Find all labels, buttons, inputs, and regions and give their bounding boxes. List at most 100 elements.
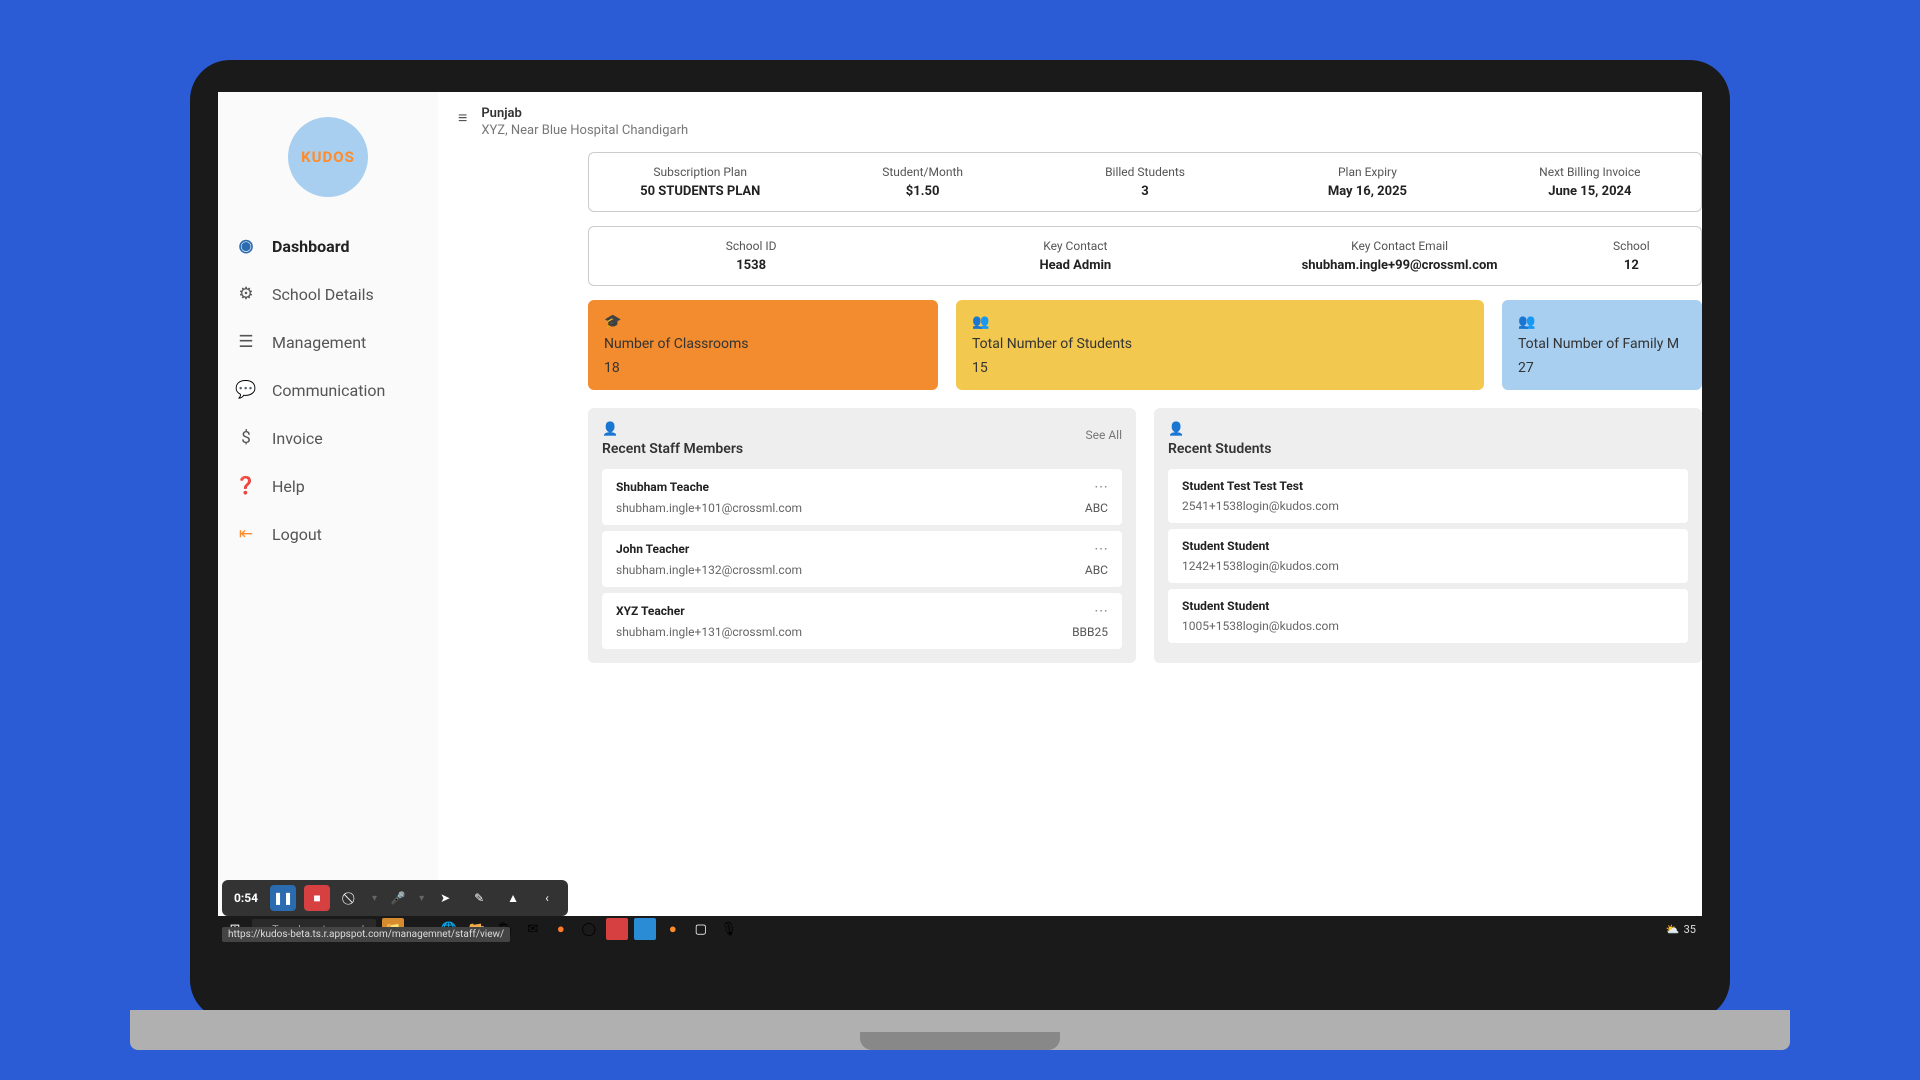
list-item[interactable]: Student Student 1005+1538login@kudos.com — [1168, 589, 1688, 643]
sidebar-item-management[interactable]: ☰ Management — [218, 318, 438, 366]
invoice-label: Next Billing Invoice — [1487, 165, 1693, 179]
students-value: 15 — [972, 360, 1468, 376]
list-item[interactable]: XYZ Teacher ⋯ shubham.ingle+131@crossml.… — [602, 593, 1122, 649]
sidebar-item-school-details[interactable]: ⚙ School Details — [218, 270, 438, 318]
staff-list: Shubham Teache ⋯ shubham.ingle+101@cross… — [602, 469, 1122, 649]
weather-icon: ⛅ — [1666, 923, 1680, 936]
extra-value: 12 — [1570, 258, 1693, 273]
item-email: shubham.ingle+131@crossml.com — [616, 625, 802, 639]
sidebar-item-invoice[interactable]: $ Invoice — [218, 414, 438, 462]
app-icon-sq[interactable]: ▢ — [690, 918, 712, 940]
list-item[interactable]: Student Test Test Test 2541+1538login@ku… — [1168, 469, 1688, 523]
see-all-staff-link[interactable]: See All — [1086, 428, 1123, 442]
sidebar-item-label: Dashboard — [272, 237, 349, 256]
pointer-icon[interactable]: ➤ — [432, 885, 458, 911]
school-id-cell: School ID 1538 — [589, 227, 913, 285]
dollar-icon: $ — [236, 428, 256, 448]
list-item[interactable]: John Teacher ⋯ shubham.ingle+132@crossml… — [602, 531, 1122, 587]
billed-label: Billed Students — [1042, 165, 1248, 179]
sidebar-item-help[interactable]: ❓ Help — [218, 462, 438, 510]
recorder-time: 0:54 — [230, 891, 262, 905]
more-icon[interactable]: ⋯ — [1094, 479, 1108, 495]
item-name: Student Test Test Test — [1182, 479, 1303, 493]
sidebar-item-label: Management — [272, 333, 366, 352]
address-label: XYZ, Near Blue Hospital Chandigarh — [481, 123, 688, 138]
staff-icon: 👤 — [602, 422, 743, 437]
mic-off-icon[interactable]: 🎤 — [385, 885, 411, 911]
student-icon: 👤 — [1168, 422, 1271, 437]
subscription-info-bar: Subscription Plan 50 STUDENTS PLAN Stude… — [588, 152, 1702, 212]
users-icon: 👥 — [1518, 314, 1686, 330]
content-area: Subscription Plan 50 STUDENTS PLAN Stude… — [438, 152, 1702, 663]
dashboard-icon: ◉ — [236, 236, 256, 256]
family-card[interactable]: 👥 Total Number of Family M 27 — [1502, 300, 1702, 390]
item-code: BBB25 — [1072, 625, 1108, 639]
sidebar-item-communication[interactable]: 💬 Communication — [218, 366, 438, 414]
app-icon-blue[interactable] — [634, 918, 656, 940]
email-value: shubham.ingle+99@crossml.com — [1245, 258, 1553, 273]
app-logo: KUDOS — [288, 117, 368, 197]
billed-cell: Billed Students 3 — [1034, 153, 1256, 211]
system-tray[interactable]: ⛅ 35 — [1666, 923, 1696, 936]
invoice-cell: Next Billing Invoice June 15, 2024 — [1479, 153, 1701, 211]
sidebar-item-logout[interactable]: ⇤ Logout — [218, 510, 438, 558]
more-icon[interactable]: ⋯ — [1094, 541, 1108, 557]
students-card[interactable]: 👥 Total Number of Students 15 — [956, 300, 1484, 390]
item-email: shubham.ingle+101@crossml.com — [616, 501, 802, 515]
chrome-icon[interactable]: ◯ — [578, 918, 600, 940]
item-code: ABC — [1085, 501, 1108, 515]
classrooms-label: Number of Classrooms — [604, 336, 922, 352]
screen-recorder-bar[interactable]: 0:54 ❚❚ ■ ⃠ ▾ 🎤 ▾ ➤ ✎ ▲ ‹ — [222, 880, 568, 916]
tray-temp: 35 — [1684, 923, 1696, 936]
firefox-icon[interactable]: ● — [550, 918, 572, 940]
camera-off-icon[interactable]: ⃠ — [338, 885, 364, 911]
laptop-notch — [860, 1032, 1060, 1050]
email-label: Key Contact Email — [1245, 239, 1553, 253]
sidebar-item-label: Communication — [272, 381, 385, 400]
pause-button[interactable]: ❚❚ — [270, 885, 296, 911]
app-icon-mic[interactable]: 🎙 — [718, 918, 740, 940]
family-value: 27 — [1518, 360, 1686, 376]
gear-icon: ⚙ — [236, 284, 256, 304]
topbar: ≡ Punjab XYZ, Near Blue Hospital Chandig… — [438, 92, 1702, 152]
students-panel-header: 👤 Recent Students — [1168, 422, 1688, 457]
laptop-frame: KUDOS ◉ Dashboard ⚙ School Details ☰ Man… — [190, 60, 1730, 1020]
sidebar: KUDOS ◉ Dashboard ⚙ School Details ☰ Man… — [218, 92, 438, 942]
users-icon: 👥 — [972, 314, 1468, 330]
item-name: Student Student — [1182, 539, 1269, 553]
staff-panel: 👤 Recent Staff Members See All Shubham T… — [588, 408, 1136, 663]
extra-cell: School 12 — [1562, 227, 1701, 285]
extra-label: School — [1570, 239, 1693, 253]
pen-icon[interactable]: ✎ — [466, 885, 492, 911]
list-item[interactable]: Shubham Teache ⋯ shubham.ingle+101@cross… — [602, 469, 1122, 525]
item-email: shubham.ingle+132@crossml.com — [616, 563, 802, 577]
school-info-bar: School ID 1538 Key Contact Head Admin Ke… — [588, 226, 1702, 286]
menu-toggle-icon[interactable]: ≡ — [458, 108, 467, 128]
collapse-icon[interactable]: ‹ — [534, 885, 560, 911]
mail-icon[interactable]: ✉ — [522, 918, 544, 940]
link-preview-tooltip: https://kudos-beta.ts.r.appspot.com/mana… — [222, 927, 510, 942]
stop-button[interactable]: ■ — [304, 885, 330, 911]
list-item[interactable]: Student Student 1242+1538login@kudos.com — [1168, 529, 1688, 583]
billed-value: 3 — [1042, 184, 1248, 199]
more-icon[interactable]: ⋯ — [1094, 603, 1108, 619]
sidebar-item-label: Invoice — [272, 429, 323, 448]
sidebar-item-label: Logout — [272, 525, 322, 544]
screen-viewport: KUDOS ◉ Dashboard ⚙ School Details ☰ Man… — [218, 92, 1702, 942]
item-email: 1005+1538login@kudos.com — [1182, 619, 1339, 633]
app-icon-red[interactable] — [606, 918, 628, 940]
separator: ▾ — [372, 893, 377, 904]
students-panel-title: Recent Students — [1168, 441, 1271, 457]
highlight-icon[interactable]: ▲ — [500, 885, 526, 911]
sidebar-item-label: School Details — [272, 285, 374, 304]
item-name: Student Student — [1182, 599, 1269, 613]
app-icon-orange[interactable]: ● — [662, 918, 684, 940]
classrooms-card[interactable]: 🎓 Number of Classrooms 18 — [588, 300, 938, 390]
main-content: ≡ Punjab XYZ, Near Blue Hospital Chandig… — [438, 92, 1702, 942]
classrooms-value: 18 — [604, 360, 922, 376]
expiry-cell: Plan Expiry May 16, 2025 — [1256, 153, 1478, 211]
stats-row: 🎓 Number of Classrooms 18 👥 Total Number… — [588, 300, 1702, 390]
graduation-cap-icon: 🎓 — [604, 314, 922, 330]
sidebar-item-dashboard[interactable]: ◉ Dashboard — [218, 222, 438, 270]
sidebar-item-label: Help — [272, 477, 305, 496]
